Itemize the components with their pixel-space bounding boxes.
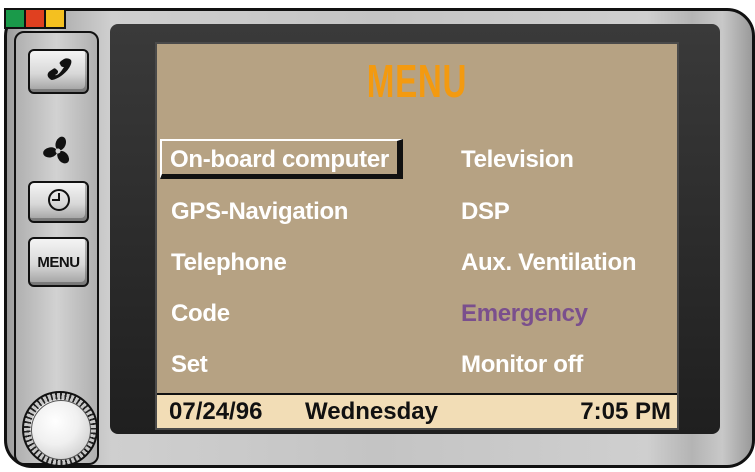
control-knob[interactable] bbox=[22, 391, 98, 467]
menu-title: MENU bbox=[366, 55, 468, 107]
clock-button[interactable] bbox=[28, 181, 89, 223]
menu-item-telephone[interactable]: Telephone bbox=[171, 249, 287, 277]
menu-item-monitor-off[interactable]: Monitor off bbox=[461, 351, 583, 379]
phone-button[interactable] bbox=[28, 49, 89, 94]
indicator-yellow bbox=[44, 8, 66, 29]
display-screen: MENU On-board computer GPS-Navigation Te… bbox=[155, 42, 679, 430]
menu-item-on-board-computer[interactable]: On-board computer bbox=[160, 139, 403, 179]
indicator-green bbox=[4, 8, 26, 29]
menu-item-aux-ventilation[interactable]: Aux. Ventilation bbox=[461, 249, 637, 277]
phone-handset-icon bbox=[44, 56, 74, 87]
status-bar: 07/24/96 Wednesday 7:05 PM bbox=[157, 393, 677, 428]
menu-button[interactable]: MENU bbox=[28, 237, 89, 287]
status-date: 07/24/96 bbox=[169, 398, 263, 425]
indicator-red bbox=[24, 8, 46, 29]
clock-icon bbox=[46, 187, 72, 218]
menu-item-television[interactable]: Television bbox=[461, 146, 574, 174]
status-day: Wednesday bbox=[305, 398, 438, 425]
menu-item-gps-navigation[interactable]: GPS-Navigation bbox=[171, 198, 348, 226]
menu-item-emergency[interactable]: Emergency bbox=[461, 300, 588, 328]
indicator-lights bbox=[4, 8, 66, 29]
menu-button-label: MENU bbox=[37, 253, 80, 271]
fan-icon[interactable] bbox=[40, 133, 76, 169]
menu-item-dsp[interactable]: DSP bbox=[461, 198, 510, 226]
menu-item-code[interactable]: Code bbox=[171, 300, 230, 328]
status-time: 7:05 PM bbox=[580, 398, 671, 425]
control-knob-cap bbox=[31, 400, 91, 460]
menu-item-set[interactable]: Set bbox=[171, 351, 208, 379]
